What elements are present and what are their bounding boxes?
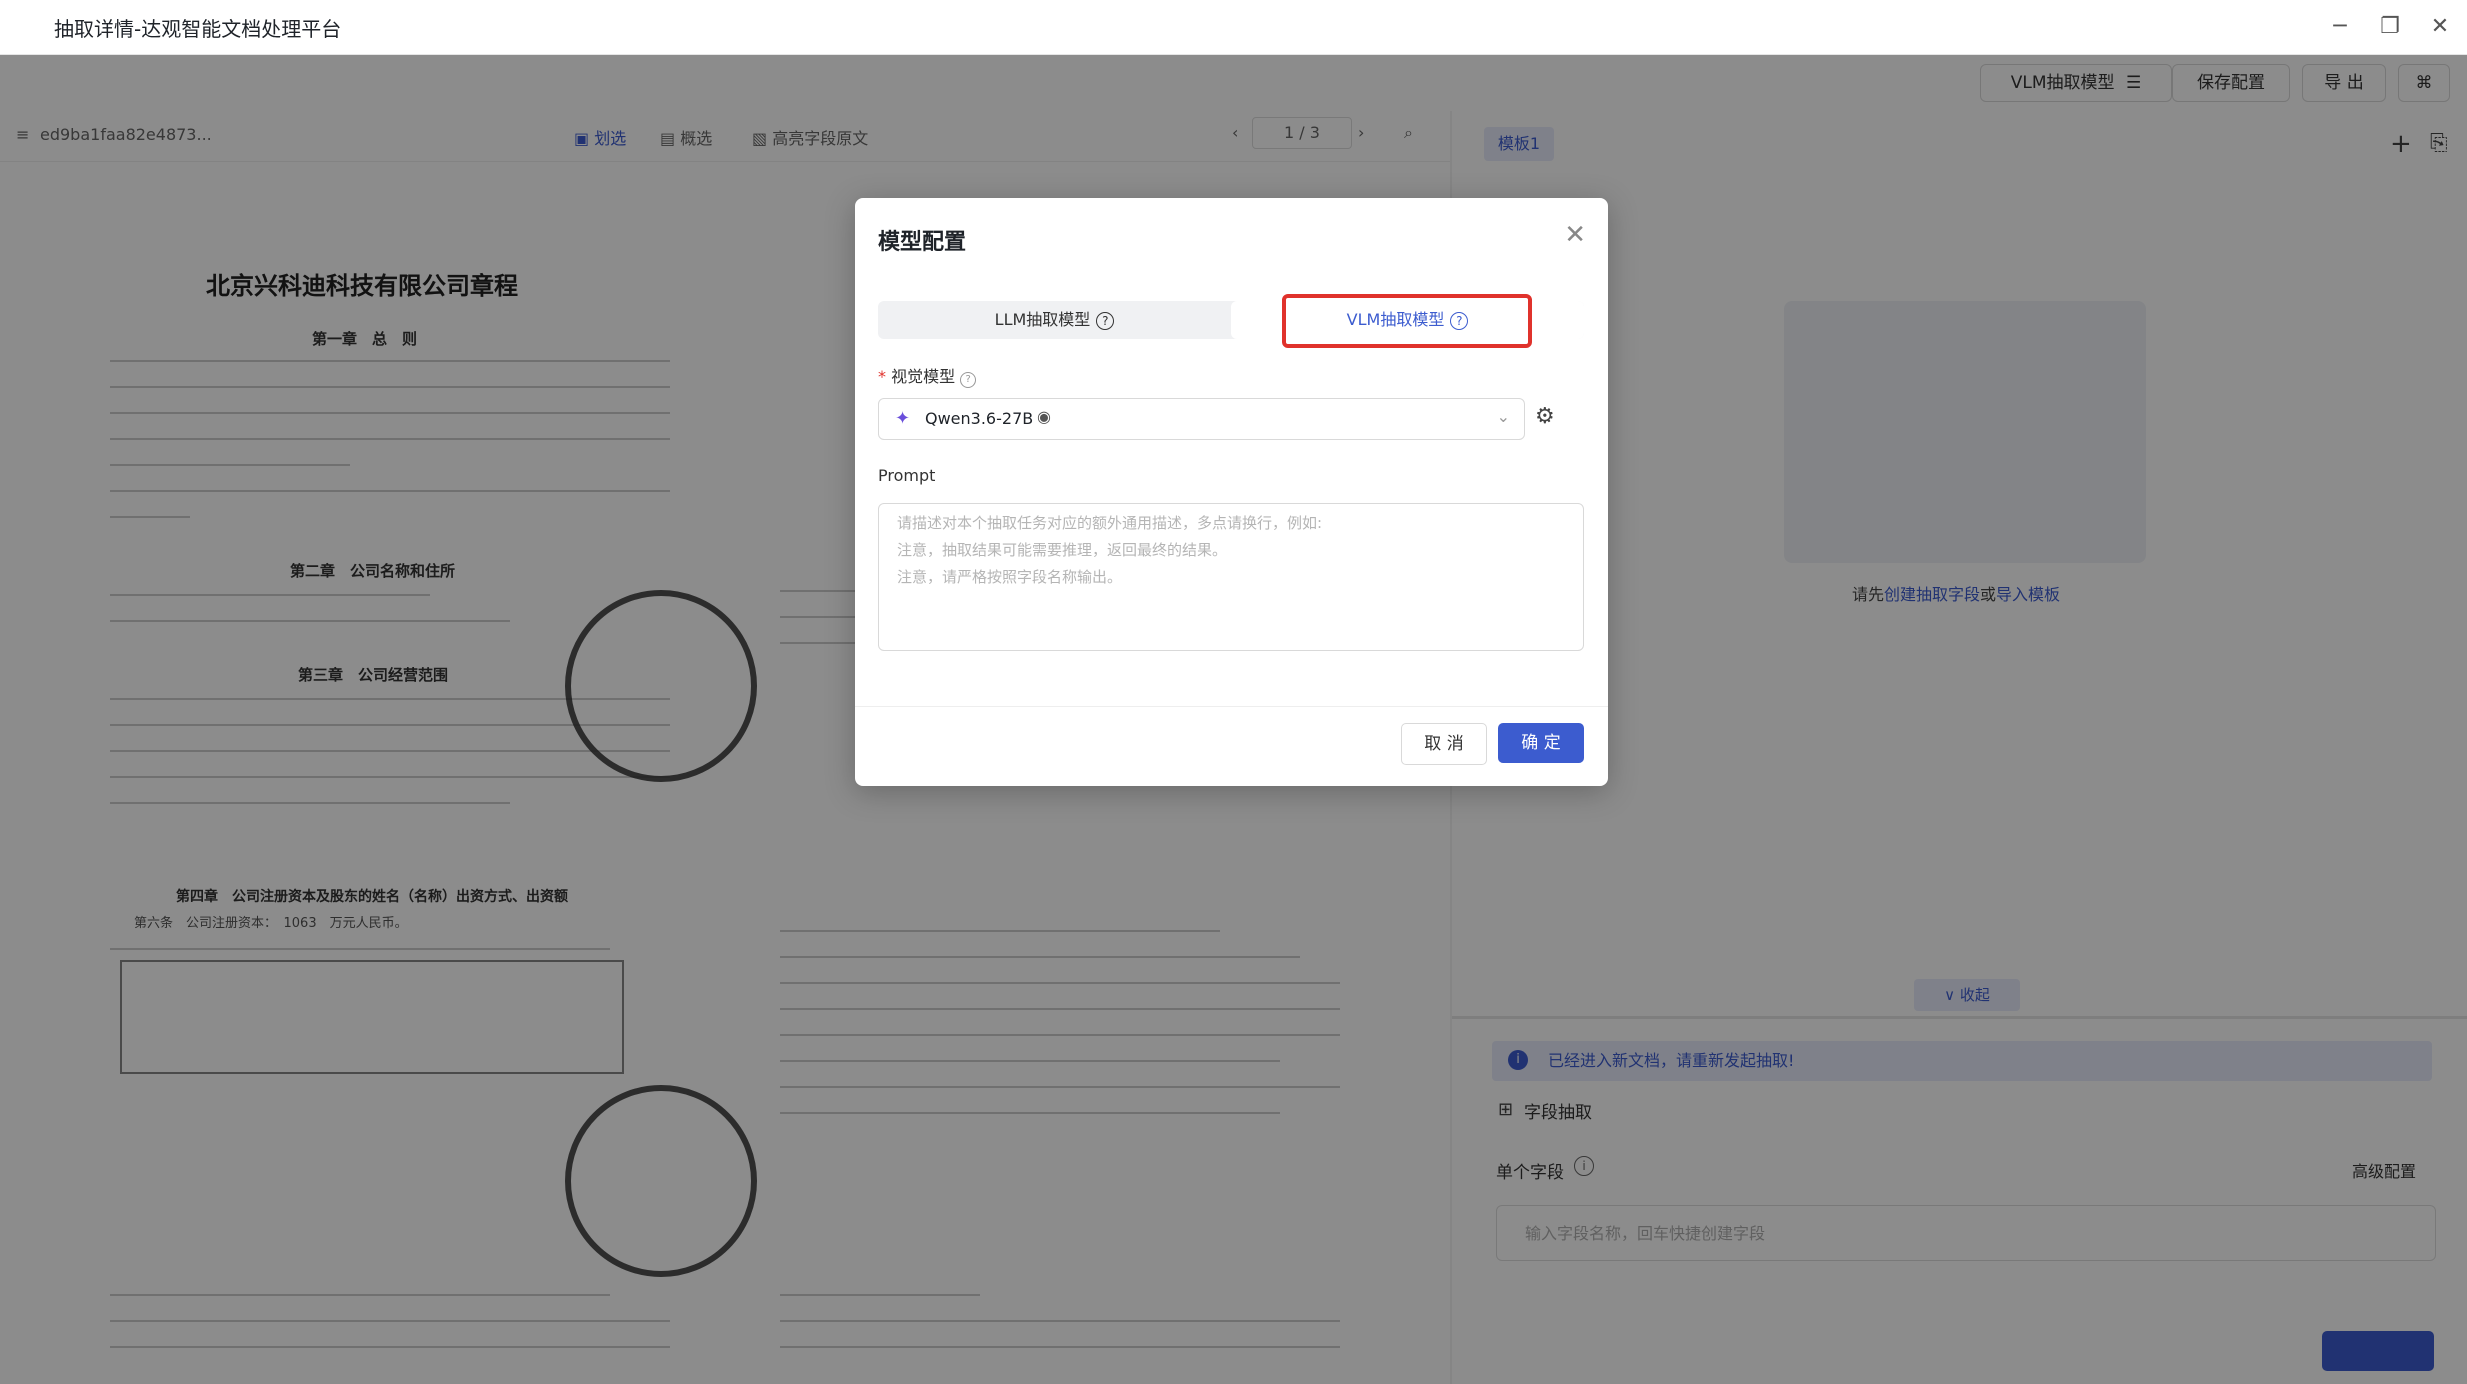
tab-llm-label: LLM抽取模型 (994, 310, 1091, 329)
prompt-textarea[interactable]: 请描述对本个抽取任务对应的额外通用描述，多点请换行，例如: 注意，抽取结果可能需… (878, 503, 1584, 651)
prompt-placeholder-line: 注意，请严格按照字段名称输出。 (897, 568, 1123, 586)
dialog-title: 模型配置 (878, 230, 967, 255)
gear-icon[interactable]: ⚙ (1535, 404, 1555, 429)
prompt-label: Prompt (878, 466, 936, 485)
help-icon: ? (960, 372, 977, 388)
close-icon[interactable]: ✕ (1564, 220, 1586, 250)
visual-model-label-text: 视觉模型 (891, 367, 956, 386)
eye-icon: ◉ (1037, 407, 1051, 426)
model-config-dialog: 模型配置 ✕ LLM抽取模型? VLM抽取模型? * 视觉模型 ? ✦ Qwen… (855, 198, 1608, 786)
help-icon: ? (1096, 311, 1115, 330)
prompt-placeholder-line: 注意，抽取结果可能需要推理，返回最终的结果。 (897, 541, 1228, 559)
visual-model-select[interactable]: ✦ Qwen3.6-27B ◉ ⌄ (878, 398, 1525, 440)
cancel-button[interactable]: 取 消 (1401, 723, 1487, 765)
dialog-footer-divider (855, 706, 1608, 707)
visual-model-label: * 视觉模型 ? (878, 363, 977, 388)
tab-llm-model[interactable]: LLM抽取模型? (878, 301, 1231, 339)
chevron-down-icon: ⌄ (1496, 407, 1510, 426)
minimize-icon[interactable]: ─ (2325, 12, 2355, 42)
restore-icon[interactable]: ❐ (2375, 12, 2405, 42)
prompt-placeholder-line: 请描述对本个抽取任务对应的额外通用描述，多点请换行，例如: (897, 514, 1323, 532)
window-titlebar: 抽取详情-达观智能文档处理平台 ─ ❐ ✕ (0, 0, 2467, 55)
close-window-icon[interactable]: ✕ (2425, 12, 2455, 42)
confirm-button[interactable]: 确 定 (1498, 723, 1584, 763)
window-title: 抽取详情-达观智能文档处理平台 (54, 17, 342, 41)
selected-model: Qwen3.6-27B (925, 409, 1034, 428)
highlight-annotation-box (1282, 294, 1532, 348)
model-logo-icon: ✦ (895, 408, 911, 429)
